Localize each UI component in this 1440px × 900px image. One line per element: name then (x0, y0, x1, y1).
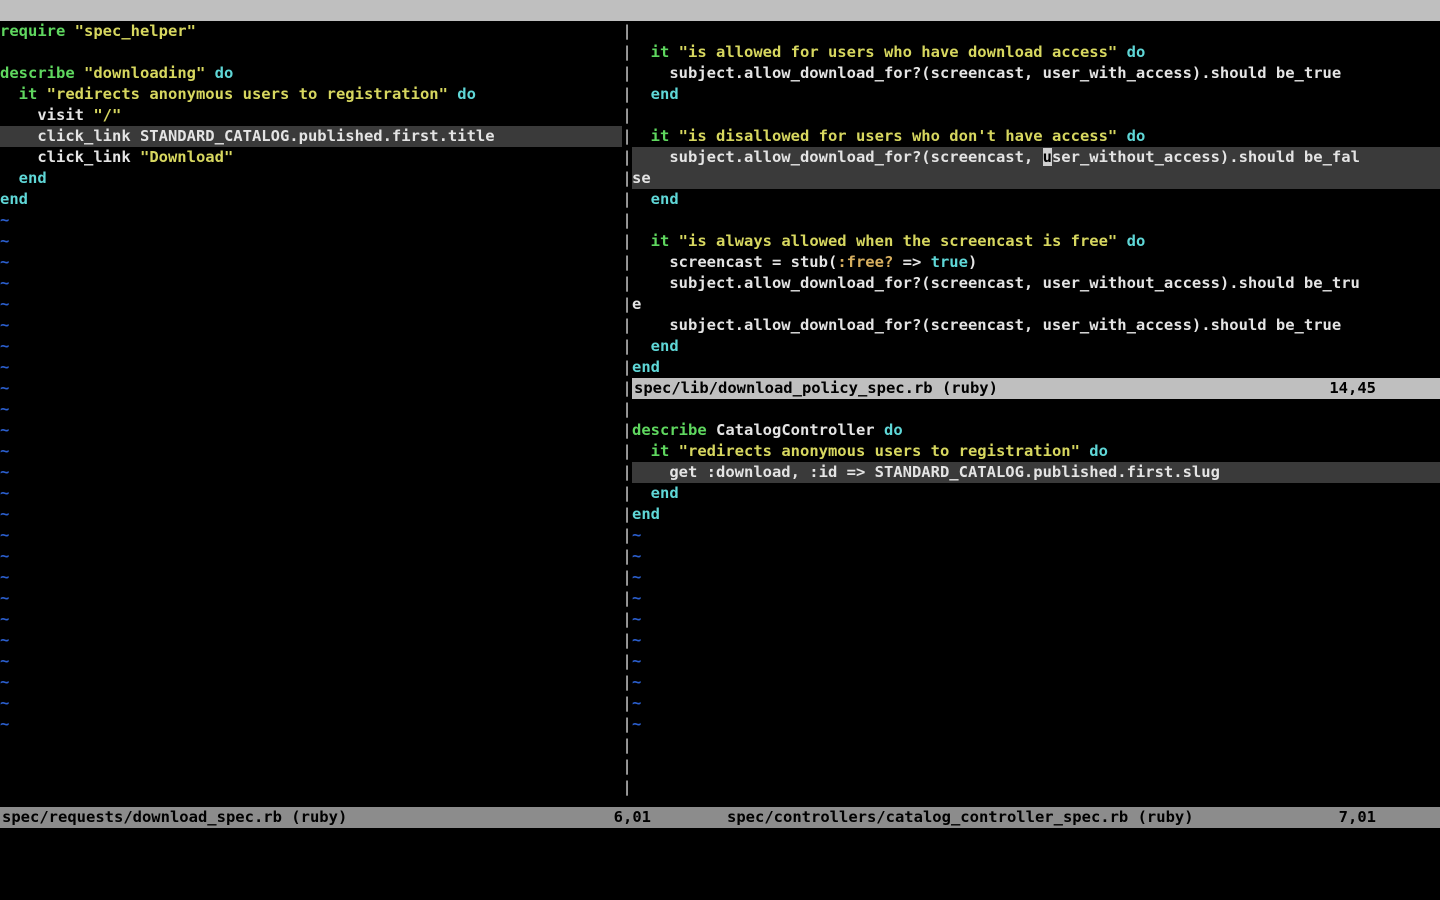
empty-line-tilde-icon: ~ (632, 609, 1440, 630)
status-right-upper: spec/lib/download_policy_spec.rb (ruby) … (632, 378, 1440, 399)
pane-right-lower[interactable]: describe CatalogController do it "redire… (632, 399, 1440, 735)
empty-line-tilde-icon: ~ (632, 630, 1440, 651)
code-line[interactable]: subject.allow_download_for?(screencast, … (632, 147, 1440, 168)
pane-right: it "is allowed for users who have downlo… (632, 21, 1440, 807)
empty-line-tilde-icon: ~ (0, 714, 622, 735)
status-right-lower: spec/controllers/catalog_controller_spec… (725, 807, 1440, 828)
right-lower-buffer[interactable]: describe CatalogController do it "redire… (632, 399, 1440, 735)
empty-line-tilde-icon: ~ (0, 462, 622, 483)
code-line[interactable]: require "spec_helper" (0, 21, 622, 42)
empty-line-tilde-icon: ~ (0, 210, 622, 231)
code-line[interactable]: e (632, 294, 1440, 315)
code-line[interactable]: end (632, 189, 1440, 210)
pane-left[interactable]: require "spec_helper" describe "downloadi… (0, 21, 622, 807)
code-line[interactable]: end (0, 189, 622, 210)
code-line[interactable] (632, 210, 1440, 231)
status-pos: 14,45 (1329, 378, 1436, 399)
empty-line-tilde-icon: ~ (0, 651, 622, 672)
empty-line-tilde-icon: ~ (632, 546, 1440, 567)
pane-right-upper[interactable]: it "is allowed for users who have downlo… (632, 21, 1440, 399)
empty-line-tilde-icon: ~ (0, 693, 622, 714)
code-line[interactable]: click_link "Download" (0, 147, 622, 168)
empty-line-tilde-icon: ~ (0, 546, 622, 567)
code-line[interactable]: subject.allow_download_for?(screencast, … (632, 63, 1440, 84)
status-file: spec/requests/download_spec.rb (ruby) (0, 807, 347, 828)
empty-line-tilde-icon: ~ (632, 693, 1440, 714)
status-left: spec/requests/download_spec.rb (ruby) 6,… (0, 807, 715, 828)
empty-line-tilde-icon: ~ (0, 525, 622, 546)
status-gap (715, 807, 725, 828)
empty-line-tilde-icon: ~ (632, 588, 1440, 609)
right-upper-buffer[interactable]: it "is allowed for users who have downlo… (632, 21, 1440, 378)
code-line[interactable]: get :download, :id => STANDARD_CATALOG.p… (632, 462, 1440, 483)
empty-line-tilde-icon: ~ (632, 567, 1440, 588)
empty-line-tilde-icon: ~ (0, 378, 622, 399)
code-line[interactable]: end (632, 504, 1440, 525)
empty-line-tilde-icon: ~ (0, 315, 622, 336)
empty-line-tilde-icon: ~ (0, 336, 622, 357)
empty-line-tilde-icon: ~ (0, 273, 622, 294)
code-line[interactable]: describe CatalogController do (632, 420, 1440, 441)
bottom-status-row: spec/requests/download_spec.rb (ruby) 6,… (0, 807, 1440, 828)
empty-line-tilde-icon: ~ (0, 630, 622, 651)
empty-line-tilde-icon: ~ (0, 231, 622, 252)
code-line[interactable] (0, 42, 622, 63)
code-line[interactable]: it "is always allowed when the screencas… (632, 231, 1440, 252)
empty-line-tilde-icon: ~ (0, 609, 622, 630)
code-line[interactable]: it "is disallowed for users who don't ha… (632, 126, 1440, 147)
code-line[interactable]: subject.allow_download_for?(screencast, … (632, 273, 1440, 294)
code-line[interactable]: describe "downloading" do (0, 63, 622, 84)
command-area[interactable] (0, 828, 1440, 900)
empty-line-tilde-icon: ~ (0, 294, 622, 315)
empty-line-tilde-icon: ~ (0, 588, 622, 609)
code-line[interactable]: it "redirects anonymous users to registr… (632, 441, 1440, 462)
vertical-split-icon[interactable]: ||||||||||||||||||||||||||||||||||||| (622, 21, 632, 807)
empty-line-tilde-icon: ~ (632, 672, 1440, 693)
empty-line-tilde-icon: ~ (632, 525, 1440, 546)
empty-line-tilde-icon: ~ (0, 504, 622, 525)
empty-line-tilde-icon: ~ (0, 399, 622, 420)
editor-splits: require "spec_helper" describe "downloadi… (0, 21, 1440, 807)
code-line[interactable]: end (632, 84, 1440, 105)
empty-line-tilde-icon: ~ (0, 441, 622, 462)
code-line[interactable]: subject.allow_download_for?(screencast, … (632, 315, 1440, 336)
text-cursor-icon: u (1043, 148, 1052, 166)
empty-line-tilde-icon: ~ (0, 672, 622, 693)
empty-line-tilde-icon: ~ (0, 252, 622, 273)
code-line[interactable]: end (632, 336, 1440, 357)
command-bar[interactable]: 3 s/l/download_policy_spec.rb (0, 0, 1440, 21)
code-line[interactable]: se (632, 168, 1440, 189)
status-pos: 7,01 (1339, 807, 1436, 828)
empty-line-tilde-icon: ~ (0, 357, 622, 378)
code-line[interactable]: visit "/" (0, 105, 622, 126)
status-pos: 6,01 (614, 807, 711, 828)
code-line[interactable] (632, 399, 1440, 420)
status-file: spec/controllers/catalog_controller_spec… (725, 807, 1194, 828)
code-line[interactable]: screencast = stub(:free? => true) (632, 252, 1440, 273)
empty-line-tilde-icon: ~ (0, 483, 622, 504)
left-buffer[interactable]: require "spec_helper" describe "downloadi… (0, 21, 622, 735)
code-line[interactable]: end (0, 168, 622, 189)
empty-line-tilde-icon: ~ (632, 714, 1440, 735)
code-line[interactable]: end (632, 357, 1440, 378)
code-line[interactable] (632, 21, 1440, 42)
code-line[interactable]: it "redirects anonymous users to registr… (0, 84, 622, 105)
empty-line-tilde-icon: ~ (0, 420, 622, 441)
code-line[interactable] (632, 105, 1440, 126)
code-line[interactable]: click_link STANDARD_CATALOG.published.fi… (0, 126, 622, 147)
empty-line-tilde-icon: ~ (632, 651, 1440, 672)
code-line[interactable]: end (632, 483, 1440, 504)
empty-line-tilde-icon: ~ (0, 567, 622, 588)
code-line[interactable]: it "is allowed for users who have downlo… (632, 42, 1440, 63)
status-file: spec/lib/download_policy_spec.rb (ruby) (632, 378, 998, 399)
